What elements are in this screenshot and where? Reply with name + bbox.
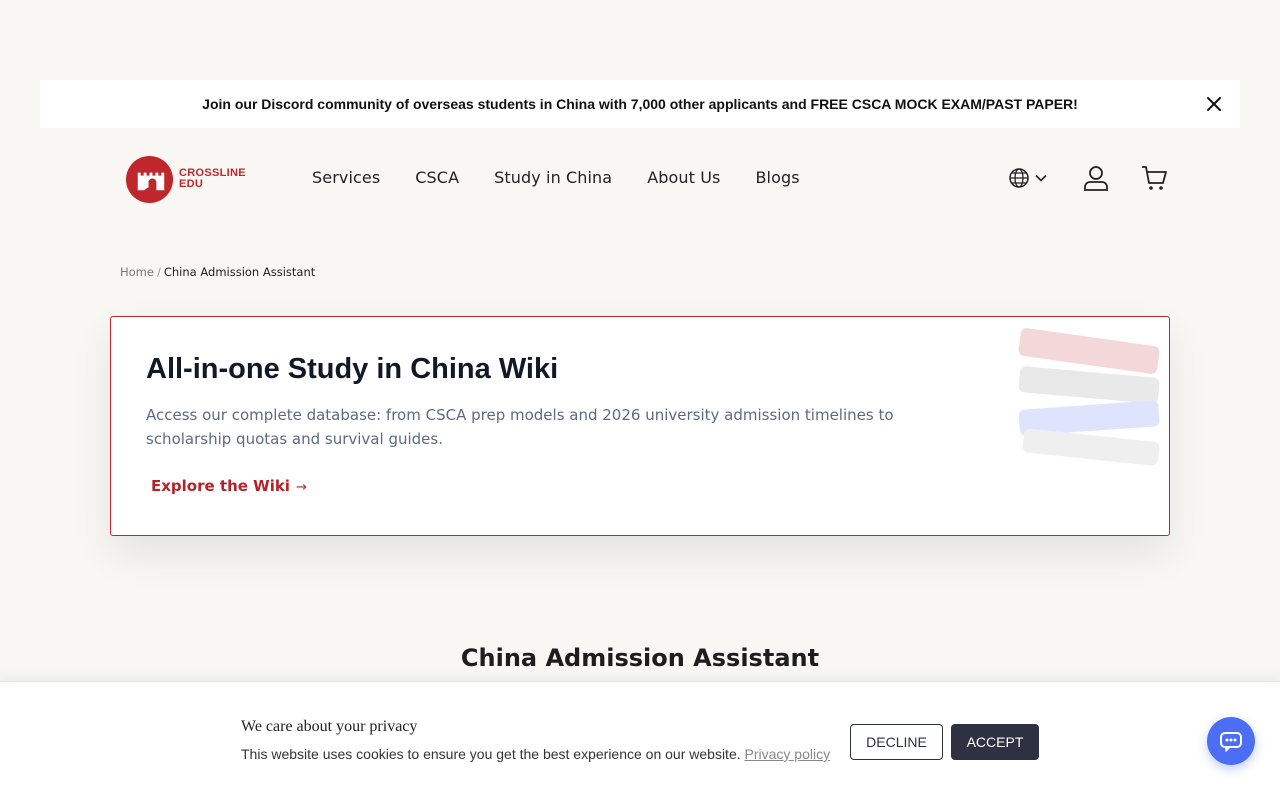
- cookie-banner: We care about your privacy This website …: [0, 681, 1280, 800]
- decline-button[interactable]: DECLINE: [850, 724, 943, 760]
- privacy-policy-link[interactable]: Privacy policy: [745, 746, 831, 762]
- chat-button[interactable]: [1207, 717, 1255, 765]
- castle-logo-icon: [125, 155, 174, 203]
- nav-csca[interactable]: CSCA: [415, 168, 459, 187]
- chat-icon: [1220, 732, 1242, 752]
- close-icon[interactable]: [1204, 94, 1224, 114]
- arrow-right-icon: →: [295, 480, 307, 495]
- nav-about-us[interactable]: About Us: [647, 168, 720, 187]
- accept-button[interactable]: ACCEPT: [951, 724, 1039, 760]
- breadcrumb: Home / China Admission Assistant: [120, 265, 315, 279]
- card-description: Access our complete database: from CSCA …: [146, 406, 894, 448]
- site-header: CROSSLINE EDU Services CSCA Study in Chi…: [0, 148, 1280, 212]
- section-title: China Admission Assistant: [460, 644, 820, 672]
- breadcrumb-home[interactable]: Home: [120, 265, 154, 279]
- main-nav: Services CSCA Study in China About Us Bl…: [312, 168, 835, 187]
- nav-study-in-china[interactable]: Study in China: [494, 168, 612, 187]
- cookie-message: This website uses cookies to ensure you …: [241, 746, 741, 762]
- account-icon[interactable]: [1082, 164, 1110, 192]
- logo-line-2: EDU: [179, 178, 204, 190]
- logo[interactable]: CROSSLINE EDU: [125, 155, 257, 203]
- announcement-text: Join our Discord community of overseas s…: [202, 96, 1078, 112]
- explore-wiki-link[interactable]: Explore the Wiki →: [151, 477, 307, 495]
- cookie-title: We care about your privacy: [241, 718, 418, 735]
- breadcrumb-current: China Admission Assistant: [163, 265, 316, 279]
- logo-wordmark: CROSSLINE EDU: [179, 168, 246, 190]
- header-actions: [1008, 164, 1168, 192]
- explore-wiki-label: Explore the Wiki: [151, 477, 290, 495]
- cookie-text: This website uses cookies to ensure you …: [241, 746, 830, 762]
- chevron-down-icon: [1035, 174, 1047, 182]
- books-illustration-icon: [1018, 328, 1160, 466]
- language-selector[interactable]: [1008, 167, 1048, 189]
- nav-blogs[interactable]: Blogs: [755, 168, 799, 187]
- announcement-bar: Join our Discord community of overseas s…: [40, 80, 1240, 128]
- wiki-promo-card: All-in-one Study in China Wiki Access ou…: [110, 316, 1170, 536]
- cart-icon[interactable]: [1140, 164, 1168, 192]
- card-title: All-in-one Study in China Wiki: [146, 353, 559, 385]
- globe-icon: [1009, 168, 1029, 188]
- breadcrumb-separator: /: [156, 265, 161, 279]
- nav-services[interactable]: Services: [312, 168, 380, 187]
